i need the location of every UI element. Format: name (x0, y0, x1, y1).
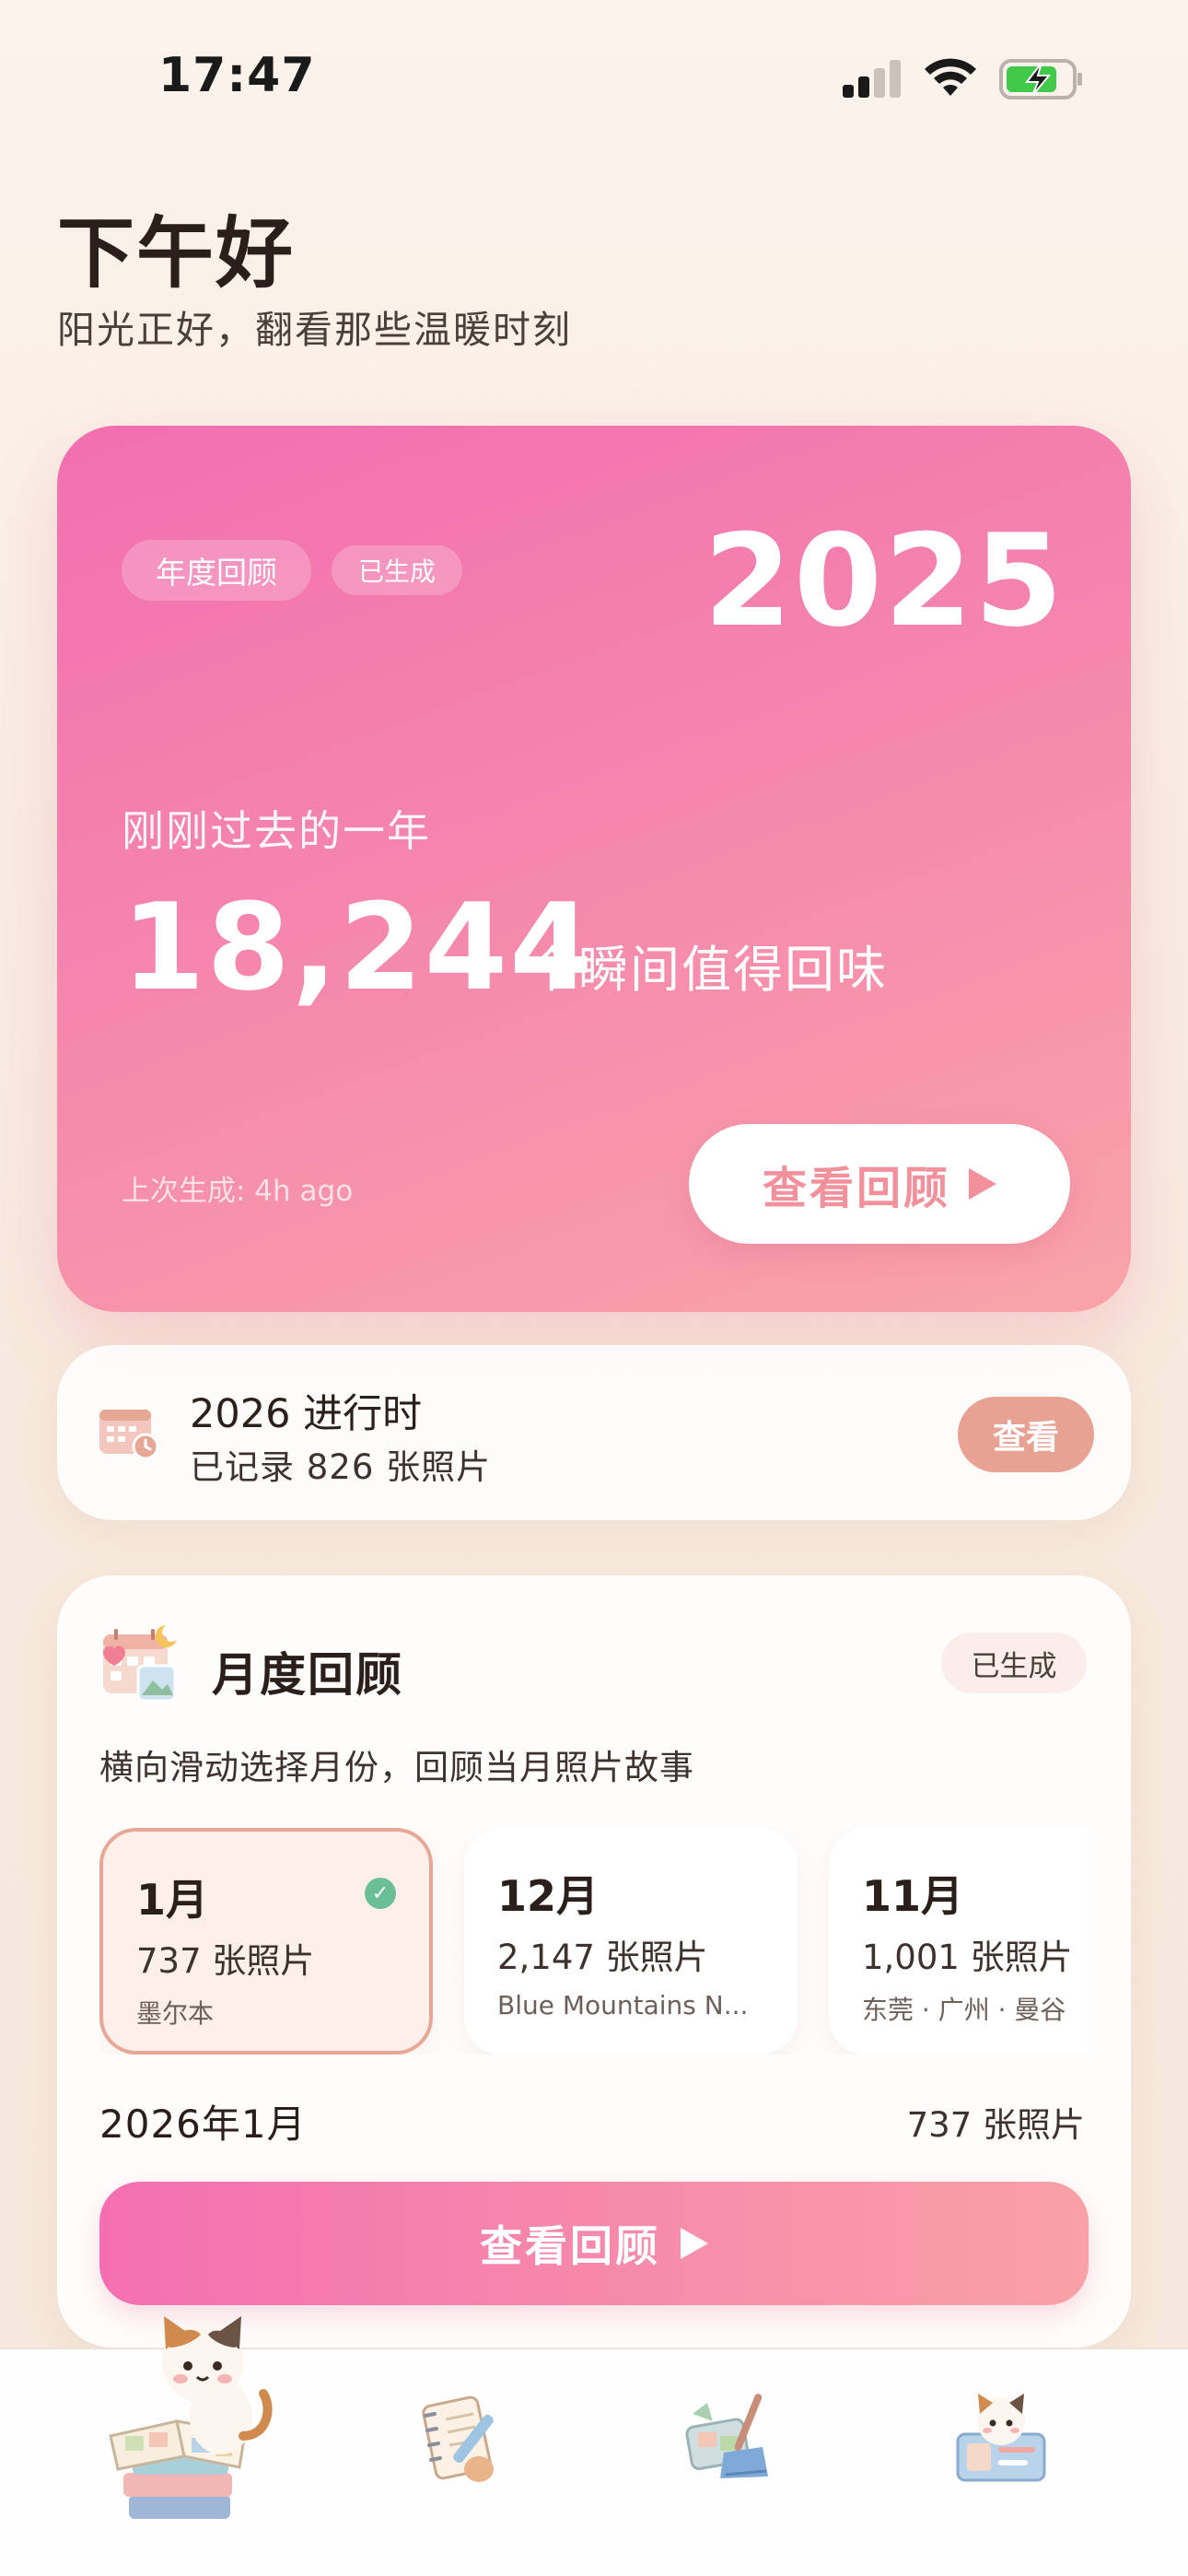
annual-review-card[interactable]: 年度回顾 已生成 2025 刚刚过去的一年 18,244 个瞬间值得回味 上次生… (57, 426, 1131, 1312)
moment-count: 18,244 (122, 877, 595, 1017)
cellular-signal-icon (843, 60, 901, 98)
review-year: 2025 (703, 507, 1065, 655)
month-tile-label: 12月 (497, 1871, 600, 1921)
calendar-clock-icon (99, 1410, 159, 1460)
last-generated-time: 上次生成: 4h ago (122, 1175, 354, 1208)
selected-month-count: 737 张照片 (906, 2105, 1085, 2145)
tab-cleanup[interactable] (619, 2349, 840, 2576)
play-icon (681, 2228, 708, 2259)
view-monthly-review-label: 查看回顾 (480, 2221, 660, 2271)
view-annual-review-button[interactable]: 查看回顾 (689, 1124, 1070, 1244)
greeting-subtitle: 阳光正好，翻看那些温暖时刻 (57, 308, 572, 352)
status-time: 17:47 (158, 48, 316, 103)
wifi-icon (925, 58, 976, 96)
generated-badge: 已生成 (332, 545, 462, 595)
cat-profile-card-icon (956, 2394, 1046, 2482)
month-tile-place: 墨尔本 (136, 1998, 215, 2029)
year-in-progress-card[interactable]: 2026 进行时 已记录 826 张照片 查看 (57, 1345, 1131, 1520)
monthly-review-hint: 横向滑动选择月份，回顾当月照片故事 (99, 1748, 694, 1787)
calendar-photos-icon (103, 1625, 177, 1703)
month-tile-nov[interactable]: 11月 1,001 张照片 东莞 · 广州 · 曼谷 (829, 1828, 1089, 2055)
bottom-tab-bar (0, 2316, 1188, 2576)
greeting-title: 下午好 (57, 208, 296, 299)
month-tile-count: 2,147 张照片 (497, 1938, 708, 1977)
cat-with-photo-books-icon (109, 2316, 273, 2519)
selected-month-label: 2026年1月 (99, 2102, 307, 2147)
view-year-progress-button[interactable]: 查看 (958, 1397, 1094, 1472)
month-tile-count: 737 张照片 (136, 1941, 315, 1981)
cleanup-broom-icon (685, 2394, 768, 2478)
month-tile-label: 11月 (862, 1871, 964, 1921)
moment-count-suffix: 个瞬间值得回味 (527, 941, 888, 999)
month-tile-count: 1,001 张照片 (862, 1938, 1073, 1977)
view-annual-review-label: 查看回顾 (762, 1163, 950, 1214)
year-in-progress-title: 2026 进行时 (190, 1391, 423, 1437)
monthly-generated-badge: 已生成 (941, 1633, 1087, 1693)
month-tile-place: 东莞 · 广州 · 曼谷 (862, 1995, 1066, 2025)
monthly-review-title: 月度回顾 (212, 1648, 403, 1702)
check-icon: ✓ (365, 1878, 396, 1909)
tab-journal[interactable] (350, 2349, 571, 2576)
tab-profile[interactable] (884, 2349, 1105, 2576)
play-icon (969, 1168, 996, 1200)
month-carousel[interactable]: 1月 ✓ 737 张照片 墨尔本 12月 2,147 张照片 Blue Moun… (99, 1828, 1089, 2055)
monthly-review-card: 月度回顾 已生成 横向滑动选择月份，回顾当月照片故事 1月 ✓ 737 张照片 … (57, 1575, 1131, 2348)
recorded-photos-count: 已记录 826 张照片 (190, 1447, 492, 1487)
month-tile-place: Blue Mountains N... (497, 1990, 749, 2020)
view-monthly-review-button[interactable]: 查看回顾 (99, 2182, 1089, 2305)
past-year-label: 刚刚过去的一年 (122, 806, 431, 856)
month-tile-label: 1月 (136, 1875, 209, 1925)
month-tile-dec[interactable]: 12月 2,147 张照片 Blue Mountains N... (464, 1828, 798, 2055)
status-bar: 17:47 (0, 0, 1188, 157)
annual-review-pill: 年度回顾 (122, 540, 311, 601)
tab-home[interactable] (74, 2316, 295, 2576)
notebook-pen-icon (422, 2395, 494, 2482)
battery-charging-icon (999, 59, 1082, 100)
month-tile-jan[interactable]: 1月 ✓ 737 张照片 墨尔本 (99, 1828, 433, 2055)
